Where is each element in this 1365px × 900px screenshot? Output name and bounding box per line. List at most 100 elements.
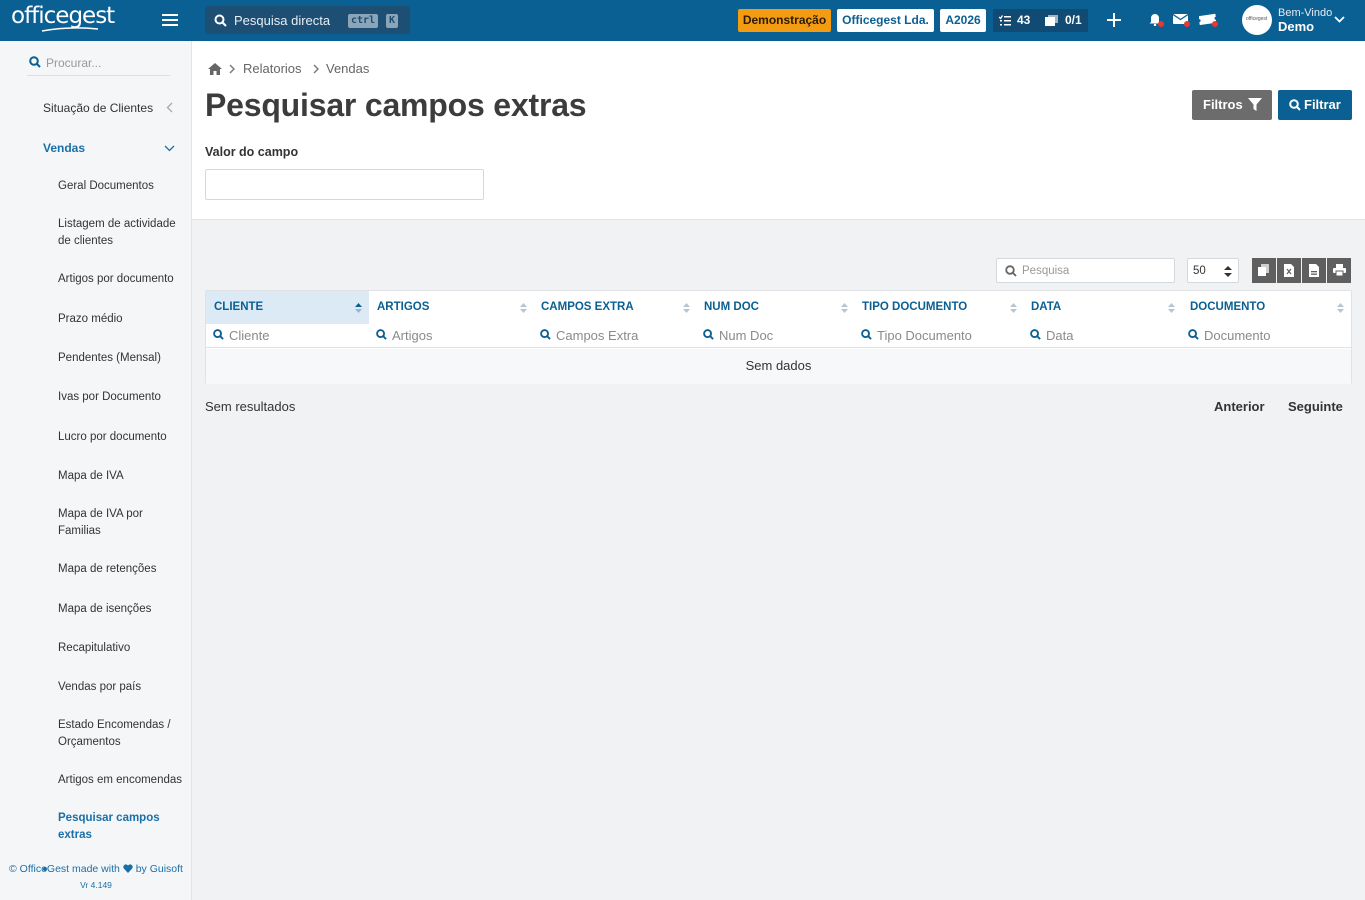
column-header-data[interactable]: DATA — [1023, 291, 1181, 324]
search-icon — [703, 329, 714, 340]
sidebar-subitem-lucro-por-documento[interactable]: Lucro por documento — [58, 429, 186, 446]
filter-input-cliente[interactable] — [229, 327, 359, 344]
sidebar-search[interactable] — [27, 52, 170, 76]
company-selector[interactable]: Officegest Lda. — [837, 9, 934, 32]
message-dot — [1184, 21, 1190, 27]
pdf-file-icon — [1309, 264, 1319, 277]
filter-input-artigos[interactable] — [392, 327, 522, 344]
sidebar-subitem-mapa-iva-familias[interactable]: Mapa de IVA por Familias — [58, 506, 186, 540]
add-icon[interactable] — [1107, 13, 1121, 27]
demo-badge[interactable]: Demonstração — [738, 9, 831, 32]
quick-search-label: Pesquisa directa — [234, 13, 331, 28]
quick-search[interactable]: Pesquisa directa ctrl K — [205, 6, 410, 34]
print-icon — [1333, 264, 1346, 276]
breadcrumb-vendas[interactable]: Vendas — [326, 61, 369, 76]
page-title: Pesquisar campos extras — [205, 87, 587, 123]
version-label: Vr 4.149 — [80, 880, 112, 890]
grid-search[interactable] — [996, 258, 1175, 283]
sidebar-subitem-mapa-de-iva[interactable]: Mapa de IVA — [58, 468, 186, 485]
column-label: DOCUMENTO — [1190, 301, 1266, 313]
sidebar-subitem-ivas-por-documento[interactable]: Ivas por Documento — [58, 389, 186, 406]
sidebar-item-vendas[interactable]: Vendas — [43, 141, 85, 155]
messages-button[interactable] — [1173, 13, 1193, 29]
notifications-button[interactable] — [1148, 12, 1166, 28]
column-header-documento[interactable]: DOCUMENTO — [1182, 291, 1351, 324]
sidebar-subitem-artigos-por-documento[interactable]: Artigos por documento — [58, 271, 186, 288]
logo-swoosh-icon — [41, 27, 99, 32]
filter-cell-campos-extra[interactable] — [540, 324, 690, 348]
column-label: TIPO DOCUMENTO — [862, 301, 968, 313]
filter-cell-tipo-documento[interactable] — [861, 324, 1016, 348]
welcome-label: Bem-Vindo — [1278, 7, 1333, 19]
ticket-dot — [1212, 21, 1218, 27]
valor-campo-input[interactable] — [205, 169, 484, 200]
sidebar-subitem-geral-documentos[interactable]: Geral Documentos — [58, 178, 186, 195]
heart-icon — [123, 864, 133, 873]
filter-cell-num-doc[interactable] — [703, 324, 853, 348]
sidebar: Situação de Clientes Vendas Geral Docume… — [0, 41, 192, 900]
page-size-select[interactable]: 50 — [1187, 258, 1239, 283]
sidebar-subitem-prazo-medio[interactable]: Prazo médio — [58, 311, 186, 328]
sidebar-subitem-estado-encomendas[interactable]: Estado Encomendas / Orçamentos — [58, 717, 186, 751]
filter-input-campos-extra[interactable] — [556, 327, 686, 344]
sidebar-item-situacao-clientes[interactable]: Situação de Clientes — [43, 101, 153, 115]
column-header-artigos[interactable]: ARTIGOS — [369, 291, 533, 324]
sidebar-subitem-recapitulativo[interactable]: Recapitulativo — [58, 640, 186, 657]
tasks-docs-counter[interactable]: 43 0/1 — [993, 9, 1088, 32]
column-label: CAMPOS EXTRA — [541, 301, 634, 313]
sort-asc-icon — [355, 303, 362, 313]
sidebar-subitem-pesquisar-campos-extras[interactable]: Pesquisar campos extras — [58, 810, 186, 844]
sidebar-subitem-artigos-em-encomendas[interactable]: Artigos em encomendas — [58, 772, 186, 789]
sidebar-subitem-mapa-isencoes[interactable]: Mapa de isenções — [58, 601, 186, 618]
copy-button[interactable] — [1252, 258, 1276, 283]
pdf-button[interactable] — [1302, 258, 1326, 283]
filter-cell-data[interactable] — [1030, 324, 1180, 348]
sidebar-footer: © OfficeGest made with by Guisoft Vr 4.1… — [0, 863, 192, 890]
search-icon — [214, 14, 227, 27]
filtros-button[interactable]: Filtros — [1192, 90, 1272, 120]
grid-search-input[interactable] — [1022, 264, 1162, 278]
column-header-cliente[interactable]: CLIENTE — [206, 291, 369, 324]
pager-next[interactable]: Seguinte — [1288, 399, 1343, 414]
sort-icon — [520, 303, 527, 313]
menu-toggle-icon[interactable] — [162, 13, 178, 27]
user-name[interactable]: Demo — [1278, 19, 1314, 34]
filter-input-data[interactable] — [1046, 327, 1176, 344]
search-icon — [1188, 329, 1199, 340]
footer-suffix[interactable]: by Guisoft — [136, 863, 183, 875]
top-navbar: officegest Pesquisa directa ctrl K Demon… — [0, 0, 1365, 41]
sidebar-subitem-listagem-actividade[interactable]: Listagem de actividade de clientes — [58, 216, 186, 250]
avatar[interactable]: officegest — [1242, 5, 1272, 35]
sidebar-subitem-pendentes-mensal[interactable]: Pendentes (Mensal) — [58, 350, 186, 367]
breadcrumb-relatorios[interactable]: Relatorios — [243, 61, 302, 76]
home-icon[interactable] — [207, 62, 223, 76]
sidebar-subitem-mapa-retencoes[interactable]: Mapa de retenções — [58, 561, 186, 578]
tasks-count: 43 — [1017, 13, 1031, 27]
filter-input-num-doc[interactable] — [719, 327, 849, 344]
year-selector[interactable]: A2026 — [940, 9, 986, 32]
valor-campo-label: Valor do campo — [205, 145, 299, 159]
column-label: NUM DOC — [704, 301, 759, 313]
column-header-num-doc[interactable]: NUM DOC — [696, 291, 854, 324]
search-icon — [213, 329, 224, 340]
pager-previous[interactable]: Anterior — [1214, 399, 1265, 414]
filter-row — [206, 324, 1351, 348]
filter-input-documento[interactable] — [1204, 327, 1334, 344]
results-table: CLIENTE ARTIGOS CAMPOS EXTRA NUM DOC TIP… — [205, 290, 1352, 384]
column-header-campos-extra[interactable]: CAMPOS EXTRA — [533, 291, 696, 324]
filtrar-label: Filtrar — [1304, 97, 1341, 112]
filtrar-button[interactable]: Filtrar — [1278, 90, 1352, 120]
tickets-button[interactable] — [1199, 13, 1221, 29]
excel-button[interactable] — [1277, 258, 1301, 283]
column-header-tipo-documento[interactable]: TIPO DOCUMENTO — [854, 291, 1023, 324]
chevron-down-icon[interactable] — [1334, 16, 1345, 23]
search-icon — [29, 56, 41, 68]
sort-icon — [683, 303, 690, 313]
sidebar-subitem-vendas-por-pais[interactable]: Vendas por país — [58, 679, 186, 696]
filter-cell-cliente[interactable] — [213, 324, 363, 348]
filter-cell-documento[interactable] — [1188, 324, 1343, 348]
print-button[interactable] — [1327, 258, 1351, 283]
filter-cell-artigos[interactable] — [376, 324, 526, 348]
sidebar-search-input[interactable] — [46, 55, 164, 71]
filter-input-tipo-documento[interactable] — [877, 327, 1007, 344]
